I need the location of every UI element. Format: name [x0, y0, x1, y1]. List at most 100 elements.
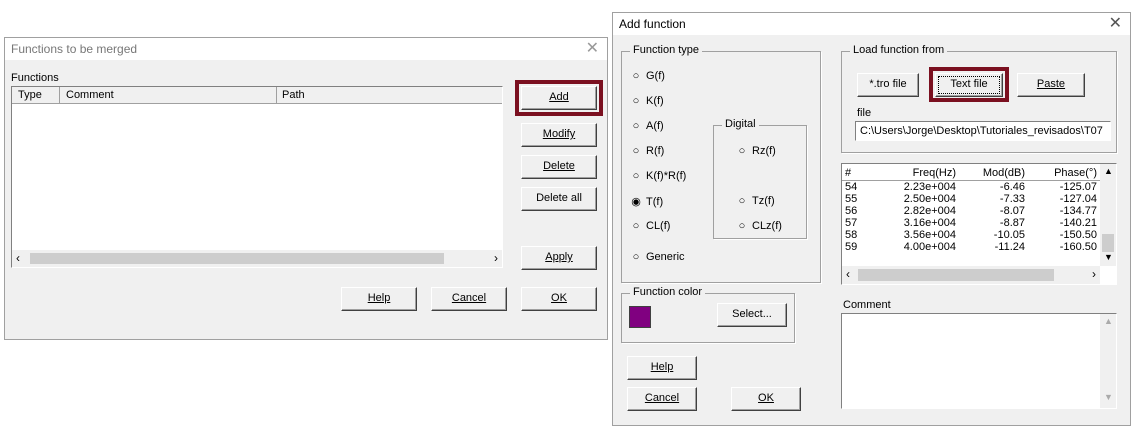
cancel-button-label: Cancel: [451, 292, 487, 304]
cell-phase: -160.50: [1059, 241, 1097, 253]
function-data-table[interactable]: # Freq(Hz) Mod(dB) Phase(°) 54 2.23e+004…: [841, 163, 1117, 285]
cell-index: 59: [845, 241, 858, 253]
list-header: Type Comment Path: [12, 87, 502, 104]
scroll-up-icon[interactable]: ▲: [1104, 166, 1113, 176]
header-phase[interactable]: Phase(°): [1027, 167, 1097, 179]
radio-icon: ○: [632, 220, 640, 232]
add-button[interactable]: Add: [521, 86, 597, 110]
radio-label: K(f)*R(f): [646, 170, 687, 182]
table-row[interactable]: 56 2.82e+004 -8.07 -134.77: [842, 205, 1100, 217]
radio-kfrf[interactable]: ○ K(f)*R(f): [631, 170, 687, 182]
close-icon[interactable]: ✕: [586, 39, 599, 59]
cell-phase: -134.77: [1059, 205, 1097, 217]
close-icon[interactable]: ✕: [1109, 14, 1122, 34]
apply-button[interactable]: Apply: [521, 246, 597, 270]
radio-label: G(f): [646, 70, 665, 82]
scroll-right-icon[interactable]: ›: [1092, 267, 1096, 281]
scroll-left-icon[interactable]: ‹: [846, 267, 850, 281]
cancel-button[interactable]: Cancel: [627, 387, 697, 411]
cell-mod: -7.33: [999, 193, 1025, 205]
table-row[interactable]: 58 3.56e+004 -10.05 -150.50: [842, 229, 1100, 241]
vertical-scrollbar[interactable]: ▲ ▼: [1100, 164, 1116, 266]
ok-button[interactable]: OK: [521, 287, 597, 311]
select-color-button[interactable]: Select...: [717, 303, 787, 327]
radio-icon: ○: [632, 120, 640, 132]
radio-gf[interactable]: ○ G(f): [631, 70, 665, 82]
text-file-button[interactable]: Text file: [935, 73, 1003, 97]
scroll-down-icon[interactable]: ▼: [1104, 252, 1113, 262]
table-row[interactable]: 57 3.16e+004 -8.87 -140.21: [842, 217, 1100, 229]
select-button-label: Select...: [732, 308, 772, 320]
help-button[interactable]: Help: [341, 287, 417, 311]
merge-window-titlebar[interactable]: Functions to be merged ✕: [5, 38, 607, 60]
radio-af[interactable]: ○ A(f): [631, 120, 664, 132]
cell-mod: -11.24: [994, 241, 1025, 253]
header-freq[interactable]: Freq(Hz): [864, 167, 956, 179]
digital-label: Digital: [722, 118, 759, 130]
column-header-comment[interactable]: Comment: [66, 89, 114, 101]
comment-textarea[interactable]: ▲ ▼: [841, 313, 1117, 409]
radio-label: A(f): [646, 120, 664, 132]
ok-button[interactable]: OK: [731, 387, 801, 411]
table-row[interactable]: 54 2.23e+004 -6.46 -125.07: [842, 181, 1100, 193]
tro-file-button[interactable]: *.tro file: [857, 73, 919, 97]
radio-icon: ○: [738, 195, 746, 207]
header-index[interactable]: #: [845, 167, 851, 179]
delete-button-label: Delete: [543, 160, 575, 172]
column-header-type[interactable]: Type: [18, 89, 58, 101]
column-header-path[interactable]: Path: [282, 89, 305, 101]
scrollbar-thumb[interactable]: [1102, 234, 1114, 252]
table-row[interactable]: 55 2.50e+004 -7.33 -127.04: [842, 193, 1100, 205]
radio-selected-icon: ◉: [631, 196, 641, 208]
scroll-up-icon[interactable]: ▲: [1104, 316, 1113, 326]
radio-tzf[interactable]: ○ Tz(f): [737, 195, 775, 207]
radio-clf[interactable]: ○ CL(f): [631, 220, 671, 232]
column-divider: [276, 87, 277, 103]
radio-tf[interactable]: ◉ T(f): [631, 195, 663, 208]
file-path-field[interactable]: C:\Users\Jorge\Desktop\Tutoriales_revisa…: [855, 121, 1111, 141]
scrollbar-thumb[interactable]: [858, 269, 1054, 281]
ok-button-label: OK: [551, 292, 567, 304]
ok-button-label: OK: [758, 392, 774, 404]
vertical-scrollbar[interactable]: ▲ ▼: [1100, 314, 1116, 408]
radio-icon: ○: [632, 95, 640, 107]
radio-icon: ○: [632, 70, 640, 82]
radio-clzf[interactable]: ○ CLz(f): [737, 220, 782, 232]
radio-generic[interactable]: ○ Generic: [631, 251, 685, 263]
merge-window-title: Functions to be merged: [11, 42, 138, 56]
radio-rf[interactable]: ○ R(f): [631, 145, 665, 157]
functions-list[interactable]: Type Comment Path ‹ ›: [11, 86, 503, 268]
paste-button[interactable]: Paste: [1017, 73, 1085, 97]
cell-freq: 3.16e+004: [903, 217, 956, 229]
load-function-label: Load function from: [850, 44, 948, 56]
modify-button[interactable]: Modify: [521, 123, 597, 147]
delete-button[interactable]: Delete: [521, 155, 597, 179]
scrollbar-thumb[interactable]: [30, 253, 444, 264]
scroll-right-icon[interactable]: ›: [494, 251, 498, 265]
help-button[interactable]: Help: [627, 356, 697, 380]
cancel-button[interactable]: Cancel: [431, 287, 507, 311]
file-path-value: C:\Users\Jorge\Desktop\Tutoriales_revisa…: [860, 125, 1103, 137]
table-row[interactable]: 59 4.00e+004 -11.24 -160.50: [842, 241, 1100, 253]
radio-rzf[interactable]: ○ Rz(f): [737, 145, 776, 157]
comment-label: Comment: [843, 299, 891, 311]
cell-index: 55: [845, 193, 858, 205]
radio-kf[interactable]: ○ K(f): [631, 95, 664, 107]
scroll-down-icon[interactable]: ▼: [1104, 392, 1113, 402]
cell-freq: 2.23e+004: [903, 181, 956, 193]
cell-freq: 3.56e+004: [903, 229, 956, 241]
cell-phase: -150.50: [1059, 229, 1097, 241]
radio-label: K(f): [646, 95, 664, 107]
radio-label: T(f): [646, 196, 664, 208]
add-function-titlebar[interactable]: Add function ✕: [613, 13, 1130, 35]
cell-phase: -127.04: [1059, 193, 1097, 205]
apply-button-label: Apply: [545, 251, 573, 263]
horizontal-scrollbar[interactable]: ‹ ›: [12, 250, 502, 267]
delete-all-button[interactable]: Delete all: [521, 187, 597, 211]
scroll-left-icon[interactable]: ‹: [16, 251, 20, 265]
cell-freq: 4.00e+004: [903, 241, 956, 253]
horizontal-scrollbar[interactable]: ‹ ›: [842, 266, 1100, 284]
header-mod[interactable]: Mod(dB): [958, 167, 1025, 179]
function-color-label: Function color: [630, 286, 706, 298]
functions-label: Functions: [11, 72, 59, 84]
